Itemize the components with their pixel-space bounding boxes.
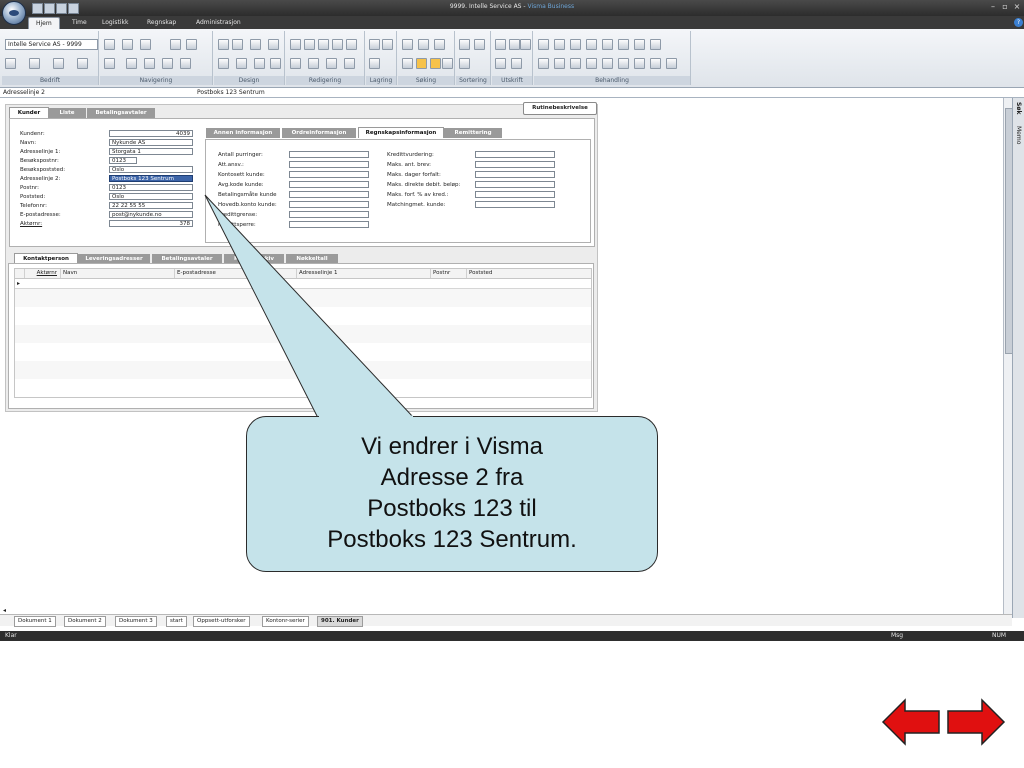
callout-pointer-join	[319, 415, 413, 419]
next-slide-arrow-icon[interactable]	[946, 698, 1006, 746]
previous-slide-arrow-icon[interactable]	[881, 698, 941, 746]
application-orb-icon[interactable]	[2, 1, 26, 25]
